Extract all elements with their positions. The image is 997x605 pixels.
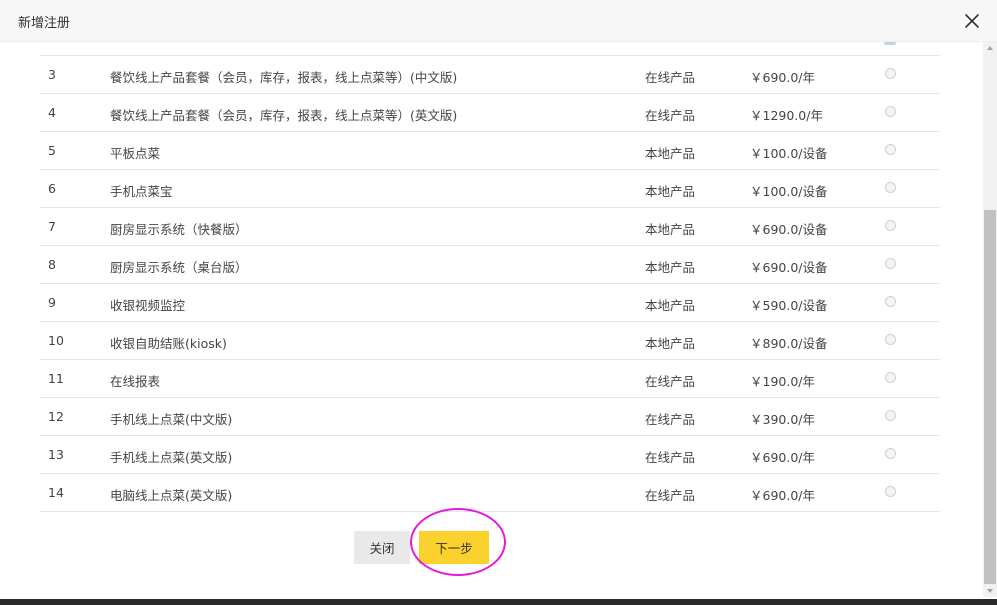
select-radio[interactable]	[885, 68, 896, 79]
product-price: ￥690.0/年	[750, 70, 815, 85]
product-name: 收银自助结账(kiosk)	[110, 336, 227, 351]
product-price: ￥690.0/设备	[750, 260, 828, 275]
select-radio[interactable]	[885, 486, 896, 497]
product-type: 本地产品	[645, 222, 696, 237]
product-name: 餐饮线上产品套餐（会员，库存，报表，线上点菜等）(英文版)	[110, 108, 458, 123]
close-x-glyph	[965, 14, 979, 28]
table-row: 10 收银自助结账(kiosk) 本地产品 ￥890.0/设备	[40, 322, 940, 360]
product-price: ￥390.0/年	[750, 412, 815, 427]
product-type: 在线产品	[645, 450, 696, 465]
row-number: 13	[48, 447, 64, 462]
select-radio[interactable]	[885, 258, 896, 269]
select-radio[interactable]	[885, 334, 896, 345]
product-price: ￥100.0/设备	[750, 146, 828, 161]
table-row: 9 收银视频监控 本地产品 ￥590.0/设备	[40, 284, 940, 322]
select-radio[interactable]	[885, 182, 896, 193]
next-step-button[interactable]: 下一步	[419, 531, 489, 564]
row-number: 14	[48, 485, 64, 500]
row-number: 5	[48, 143, 56, 158]
row-number: 12	[48, 409, 64, 424]
product-name: 收银视频监控	[110, 298, 186, 313]
dialog-header: 新增注册	[0, 0, 997, 42]
select-radio[interactable]	[885, 448, 896, 459]
product-type: 在线产品	[645, 108, 696, 123]
row-number: 8	[48, 257, 56, 272]
product-name: 厨房显示系统（桌台版）	[110, 260, 248, 275]
table-row: 7 厨房显示系统（快餐版） 本地产品 ￥690.0/设备	[40, 208, 940, 246]
select-radio[interactable]	[885, 372, 896, 383]
product-name: 餐饮线上产品套餐（会员，库存，报表，线上点菜等）(中文版)	[110, 70, 458, 85]
product-price: ￥690.0/年	[750, 488, 815, 503]
row-number: 10	[48, 333, 64, 348]
checkbox-partial[interactable]	[884, 42, 896, 45]
table-row: 4 餐饮线上产品套餐（会员，库存，报表，线上点菜等）(英文版) 在线产品 ￥12…	[40, 94, 940, 132]
select-radio[interactable]	[885, 296, 896, 307]
product-type: 本地产品	[645, 184, 696, 199]
product-type: 本地产品	[645, 298, 696, 313]
row-number: 6	[48, 181, 56, 196]
scroll-down-arrow-icon[interactable]	[987, 589, 993, 593]
table-row: 12 手机线上点菜(中文版) 在线产品 ￥390.0/年	[40, 398, 940, 436]
product-price: ￥190.0/年	[750, 374, 815, 389]
select-radio[interactable]	[885, 220, 896, 231]
select-radio[interactable]	[885, 144, 896, 155]
table-row: 6 手机点菜宝 本地产品 ￥100.0/设备	[40, 170, 940, 208]
product-price: ￥590.0/设备	[750, 298, 828, 313]
product-name: 手机点菜宝	[110, 184, 173, 199]
product-name: 厨房显示系统（快餐版）	[110, 222, 248, 237]
product-type: 在线产品	[645, 374, 696, 389]
row-number: 9	[48, 295, 56, 310]
row-number: 7	[48, 219, 56, 234]
dialog-content: 3 餐饮线上产品套餐（会员，库存，报表，线上点菜等）(中文版) 在线产品 ￥69…	[0, 42, 983, 597]
select-radio[interactable]	[885, 410, 896, 421]
product-type: 在线产品	[645, 412, 696, 427]
product-name: 手机线上点菜(中文版)	[110, 412, 233, 427]
product-type: 在线产品	[645, 488, 696, 503]
row-number: 4	[48, 105, 56, 120]
table-row: 5 平板点菜 本地产品 ￥100.0/设备	[40, 132, 940, 170]
product-price: ￥690.0/年	[750, 450, 815, 465]
dialog-title: 新增注册	[18, 16, 71, 31]
bottom-edge-bar	[0, 599, 997, 605]
product-name: 电脑线上点菜(英文版)	[110, 488, 233, 503]
select-radio[interactable]	[885, 106, 896, 117]
product-name: 手机线上点菜(英文版)	[110, 450, 233, 465]
table-row: 13 手机线上点菜(英文版) 在线产品 ￥690.0/年	[40, 436, 940, 474]
scroll-up-arrow-icon[interactable]	[987, 46, 993, 50]
product-price: ￥100.0/设备	[750, 184, 828, 199]
product-type: 本地产品	[645, 260, 696, 275]
close-button[interactable]: 关闭	[354, 531, 410, 564]
table-row: 11 在线报表 在线产品 ￥190.0/年	[40, 360, 940, 398]
product-price: ￥690.0/设备	[750, 222, 828, 237]
product-table: 3 餐饮线上产品套餐（会员，库存，报表，线上点菜等）(中文版) 在线产品 ￥69…	[40, 56, 940, 512]
product-type: 本地产品	[645, 336, 696, 351]
product-type: 在线产品	[645, 70, 696, 85]
table-row: 3 餐饮线上产品套餐（会员，库存，报表，线上点菜等）(中文版) 在线产品 ￥69…	[40, 56, 940, 94]
product-price: ￥890.0/设备	[750, 336, 828, 351]
table-row: 8 厨房显示系统（桌台版） 本地产品 ￥690.0/设备	[40, 246, 940, 284]
product-name: 在线报表	[110, 374, 161, 389]
close-icon[interactable]	[961, 10, 983, 32]
row-number: 3	[48, 67, 56, 82]
table-row: 14 电脑线上点菜(英文版) 在线产品 ￥690.0/年	[40, 474, 940, 512]
product-name: 平板点菜	[110, 146, 161, 161]
scrollbar-thumb[interactable]	[984, 210, 996, 584]
product-type: 本地产品	[645, 146, 696, 161]
product-price: ￥1290.0/年	[750, 108, 823, 123]
row-number: 11	[48, 371, 64, 386]
